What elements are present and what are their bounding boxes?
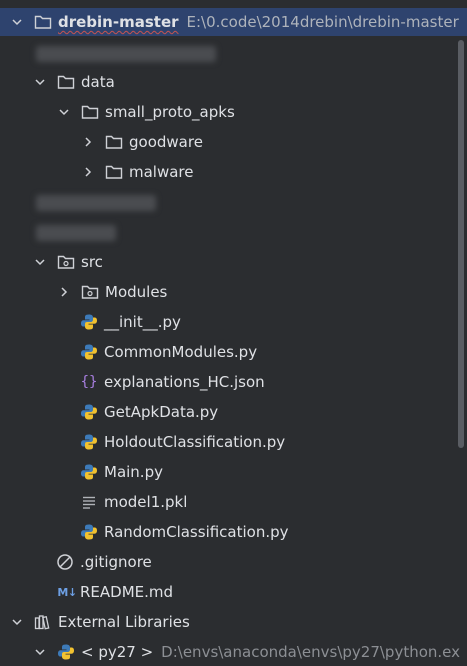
tree-item-gitignore[interactable]: .gitignore bbox=[56, 548, 152, 576]
tree-item-label: RandomClassification.py bbox=[104, 523, 289, 541]
text-file-icon bbox=[80, 493, 98, 511]
tree-item-label: src bbox=[81, 253, 103, 271]
chevron-down-icon[interactable] bbox=[33, 255, 47, 269]
tree-item-modules[interactable]: Modules bbox=[0, 278, 167, 306]
tree-item-label: < py27 > bbox=[81, 643, 154, 661]
tree-item-readme-md[interactable]: M↓ README.md bbox=[56, 578, 173, 606]
tree-item-label: .gitignore bbox=[80, 553, 152, 571]
python-env-path: D:\envs\anaconda\envs\py27\python.ex bbox=[161, 643, 460, 661]
chevron-right-icon[interactable] bbox=[81, 165, 95, 179]
chevron-right-icon[interactable] bbox=[57, 285, 71, 299]
chevron-down-icon[interactable] bbox=[33, 645, 47, 659]
tree-item-random-classification-py[interactable]: RandomClassification.py bbox=[80, 518, 289, 546]
python-file-icon bbox=[80, 463, 98, 481]
redacted-item bbox=[36, 195, 156, 211]
project-path: E:\0.code\2014drebin\drebin-master bbox=[186, 13, 459, 31]
tree-item-src[interactable]: src bbox=[0, 248, 103, 276]
python-file-icon bbox=[80, 433, 98, 451]
python-file-icon bbox=[80, 523, 98, 541]
tree-item-label: Modules bbox=[105, 283, 168, 301]
tree-item-label: small_proto_apks bbox=[105, 103, 235, 121]
package-folder-icon bbox=[57, 253, 75, 271]
tree-item-get-apk-data-py[interactable]: GetApkData.py bbox=[80, 398, 218, 426]
tree-item-explanations-json[interactable]: {} explanations_HC.json bbox=[80, 368, 265, 396]
tree-item-label: malware bbox=[129, 163, 194, 181]
tree-item-malware[interactable]: malware bbox=[0, 158, 194, 186]
tree-item-small-proto-apks[interactable]: small_proto_apks bbox=[0, 98, 235, 126]
chevron-down-icon[interactable] bbox=[10, 615, 24, 629]
chevron-down-icon[interactable] bbox=[57, 105, 71, 119]
chevron-down-icon[interactable] bbox=[33, 75, 47, 89]
folder-icon bbox=[57, 73, 75, 91]
python-file-icon bbox=[80, 313, 98, 331]
redacted-item bbox=[36, 225, 116, 241]
tree-item-label: __init__.py bbox=[104, 313, 181, 331]
package-folder-icon bbox=[81, 283, 99, 301]
folder-icon bbox=[105, 163, 123, 181]
tree-item-external-libraries[interactable]: External Libraries bbox=[0, 608, 190, 636]
tree-item-goodware[interactable]: goodware bbox=[0, 128, 203, 156]
library-icon bbox=[34, 613, 52, 631]
python-file-icon bbox=[80, 343, 98, 361]
tree-item-label: data bbox=[81, 73, 115, 91]
tree-item-label: HoldoutClassification.py bbox=[104, 433, 286, 451]
chevron-down-icon[interactable] bbox=[10, 15, 24, 29]
folder-icon bbox=[81, 103, 99, 121]
tree-item-label: External Libraries bbox=[58, 613, 190, 631]
tree-item-model1-pkl[interactable]: model1.pkl bbox=[80, 488, 187, 516]
tree-item-data[interactable]: data bbox=[0, 68, 115, 96]
tree-item-common-modules-py[interactable]: CommonModules.py bbox=[80, 338, 257, 366]
tree-item-label: model1.pkl bbox=[104, 493, 188, 511]
tree-item-label: README.md bbox=[80, 583, 174, 601]
tree-item-init-py[interactable]: __init__.py bbox=[80, 308, 181, 336]
folder-icon bbox=[34, 13, 52, 31]
tree-item-main-py[interactable]: Main.py bbox=[80, 458, 163, 486]
json-file-icon: {} bbox=[80, 374, 98, 390]
tree-item-label: goodware bbox=[129, 133, 203, 151]
redacted-item bbox=[36, 46, 216, 62]
markdown-file-icon: M↓ bbox=[57, 585, 77, 599]
ignore-file-icon bbox=[56, 553, 74, 571]
project-root-row[interactable]: drebin-master E:\0.code\2014drebin\drebi… bbox=[0, 8, 467, 36]
tree-item-label: Main.py bbox=[104, 463, 163, 481]
python-file-icon bbox=[80, 403, 98, 421]
folder-icon bbox=[105, 133, 123, 151]
python-sdk-icon bbox=[57, 643, 75, 661]
vertical-scrollbar[interactable] bbox=[458, 40, 464, 448]
tree-item-label: explanations_HC.json bbox=[104, 373, 265, 391]
tree-item-python-env[interactable]: < py27 > D:\envs\anaconda\envs\py27\pyth… bbox=[0, 638, 460, 666]
tree-item-label: GetApkData.py bbox=[104, 403, 219, 421]
chevron-right-icon[interactable] bbox=[81, 135, 95, 149]
tree-item-label: CommonModules.py bbox=[104, 343, 258, 361]
tree-item-holdout-classification-py[interactable]: HoldoutClassification.py bbox=[80, 428, 285, 456]
project-name: drebin-master bbox=[58, 13, 179, 31]
